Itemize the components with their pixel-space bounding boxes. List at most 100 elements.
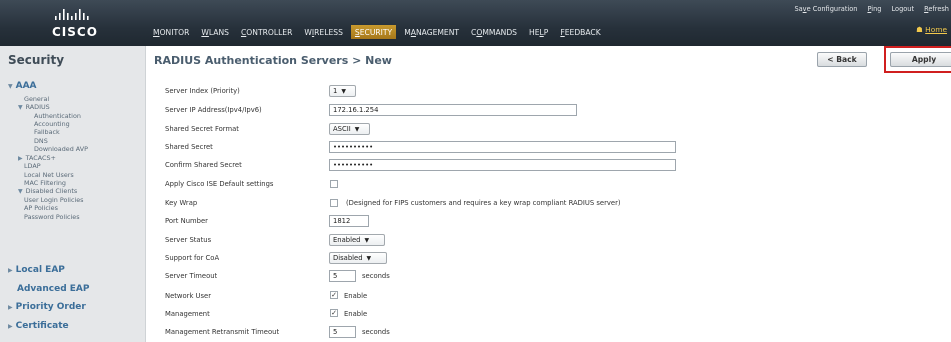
home-label: Home	[925, 25, 947, 34]
mgmt-retransmit-input[interactable]: 5	[329, 326, 356, 338]
sidebar-item-authentication[interactable]: Authentication	[34, 112, 81, 120]
nav-help-he: HE	[529, 28, 540, 37]
secret-format-select[interactable]: ASCII ▼	[329, 123, 370, 135]
nav-wireless[interactable]: WIRELESS	[304, 25, 343, 39]
sidebar-item-priority-order-label: Priority Order	[15, 302, 86, 312]
management-checkbox[interactable]: ✓	[330, 309, 338, 317]
page-title: RADIUS Authentication Servers > New	[154, 54, 392, 67]
collapsed-arrow-icon: ▶	[18, 155, 23, 162]
sidebar-item-disabled-clients[interactable]: ▼ Disabled Clients	[18, 187, 77, 195]
dropdown-arrow-icon: ▼	[354, 125, 360, 133]
mgmt-retransmit-label: Management Retransmit Timeout	[165, 328, 280, 336]
nav-wlans[interactable]: WLANs	[201, 25, 229, 39]
coa-value: Disabled	[333, 254, 363, 262]
sidebar-item-local-net-users[interactable]: Local Net Users	[24, 171, 74, 179]
sidebar-item-downloaded-avp[interactable]: Downloaded AVP	[34, 145, 88, 153]
sidebar-item-ap-policies[interactable]: AP Policies	[24, 204, 58, 212]
nav-management[interactable]: MANAGEMENT	[404, 25, 459, 39]
coa-select[interactable]: Disabled ▼	[329, 252, 387, 264]
apply-button[interactable]: Apply	[890, 52, 951, 67]
sidebar-item-ldap[interactable]: LDAP	[24, 162, 41, 170]
sidebar-item-radius[interactable]: ▼ RADIUS	[18, 103, 50, 111]
server-ip-label: Server IP Address(Ipv4/Ipv6)	[165, 106, 262, 114]
sidebar-item-certificate-label: Certificate	[15, 321, 69, 331]
nav-monitor[interactable]: MONITOR	[153, 25, 189, 39]
sidebar-item-accounting[interactable]: Accounting	[34, 120, 70, 128]
shared-secret-input[interactable]: ••••••••••	[329, 141, 676, 153]
nav-help-p: P	[543, 28, 549, 37]
left-sidebar: Security ▼ AAA General ▼ RADIUS Authentica…	[0, 46, 146, 342]
server-status-label: Server Status	[165, 236, 212, 244]
collapsed-arrow-icon: ▶	[8, 267, 13, 274]
dropdown-arrow-icon: ▼	[364, 236, 370, 244]
sidebar-item-fallback[interactable]: Fallback	[34, 128, 60, 136]
expanded-arrow-icon: ▼	[8, 83, 13, 90]
key-wrap-label: Key Wrap	[165, 199, 198, 207]
dropdown-arrow-icon: ▼	[341, 87, 346, 95]
sidebar-item-advanced-eap[interactable]: Advanced EAP	[17, 284, 89, 294]
nav-security[interactable]: SECURITY	[350, 25, 397, 39]
sidebar-item-tacacs[interactable]: ▶ TACACS+	[18, 154, 56, 162]
shared-secret-label: Shared Secret	[165, 143, 213, 151]
nav-help[interactable]: HELP	[529, 25, 548, 39]
ise-default-label: Apply Cisco ISE Default settings	[165, 180, 274, 188]
mgmt-retransmit-unit: seconds	[362, 328, 390, 336]
management-enable-label: Enable	[344, 310, 368, 318]
sidebar-item-aaa[interactable]: ▼ AAA	[8, 81, 37, 91]
network-user-checkbox[interactable]: ✓	[330, 291, 338, 299]
server-index-label: Server Index (Priority)	[165, 87, 240, 95]
sidebar-item-radius-label: RADIUS	[25, 103, 50, 111]
logo-text: CISCO	[52, 25, 98, 39]
expanded-arrow-icon: ▼	[18, 188, 23, 195]
secret-format-label: Shared Secret Format	[165, 125, 239, 133]
server-index-select[interactable]: 1 ▼	[329, 85, 356, 97]
nav-wlans-rest: LANs	[208, 28, 229, 37]
home-link[interactable]: ☗ Home	[916, 25, 947, 34]
port-number-input[interactable]: 1812	[329, 215, 369, 227]
refresh-link[interactable]: Refresh	[924, 5, 949, 13]
sidebar-item-general[interactable]: General	[24, 95, 49, 103]
nav-commands[interactable]: COMMANDS	[471, 25, 517, 39]
sidebar-item-mac-filtering[interactable]: MAC Filtering	[24, 179, 66, 187]
nav-wireless-rest: RELESS	[314, 28, 343, 37]
save-configuration-link[interactable]: Save Configuration	[794, 5, 857, 13]
ise-default-checkbox[interactable]	[330, 180, 338, 188]
nav-controller-rest: ONTROLLER	[246, 28, 293, 37]
sidebar-item-password-policies[interactable]: Password Policies	[24, 213, 80, 221]
sidebar-item-user-login-policies[interactable]: User Login Policies	[24, 196, 84, 204]
sidebar-item-certificate[interactable]: ▶ Certificate	[8, 321, 69, 331]
back-button[interactable]: < Back	[817, 52, 867, 67]
key-wrap-note: (Designed for FIPS customers and require…	[346, 199, 621, 207]
sidebar-item-local-eap[interactable]: ▶ Local EAP	[8, 265, 65, 275]
ping-link[interactable]: Ping	[867, 5, 881, 13]
sidebar-item-aaa-label: AAA	[15, 81, 37, 91]
collapsed-arrow-icon: ▶	[8, 304, 13, 311]
top-links: Save Configuration Ping Logout Refresh	[784, 5, 949, 13]
nav-controller[interactable]: CONTROLLER	[241, 25, 292, 39]
sidebar-title: Security	[8, 53, 65, 67]
server-status-select[interactable]: Enabled ▼	[329, 234, 385, 246]
sidebar-item-dns[interactable]: DNS	[34, 137, 48, 145]
server-status-value: Enabled	[333, 236, 361, 244]
network-user-enable-label: Enable	[344, 292, 368, 300]
nav-feedback-rest: EEDBACK	[564, 28, 601, 37]
nav-management-rest: NAGEMENT	[415, 28, 460, 37]
server-timeout-unit: seconds	[362, 272, 390, 280]
server-ip-input[interactable]: 172.16.1.254	[329, 104, 577, 116]
sidebar-item-tacacs-label: TACACS+	[25, 154, 56, 162]
main-nav: MONITOR WLANs CONTROLLER WIRELESS SECURI…	[153, 25, 613, 39]
confirm-secret-input[interactable]: ••••••••••	[329, 159, 676, 171]
server-timeout-input[interactable]: 5	[329, 270, 356, 282]
nav-feedback[interactable]: FEEDBACK	[560, 25, 600, 39]
nav-security-rest: ECURITY	[359, 28, 393, 37]
home-icon: ☗	[916, 25, 923, 34]
logout-link[interactable]: Logout	[892, 5, 915, 13]
network-user-label: Network User	[165, 292, 212, 300]
confirm-secret-label: Confirm Shared Secret	[165, 161, 242, 169]
nav-monitor-rest: ONITOR	[159, 28, 190, 37]
sidebar-item-local-eap-label: Local EAP	[15, 265, 65, 275]
collapsed-arrow-icon: ▶	[8, 323, 13, 330]
management-label: Management	[165, 310, 210, 318]
sidebar-item-priority-order[interactable]: ▶ Priority Order	[8, 302, 86, 312]
key-wrap-checkbox[interactable]	[330, 199, 338, 207]
